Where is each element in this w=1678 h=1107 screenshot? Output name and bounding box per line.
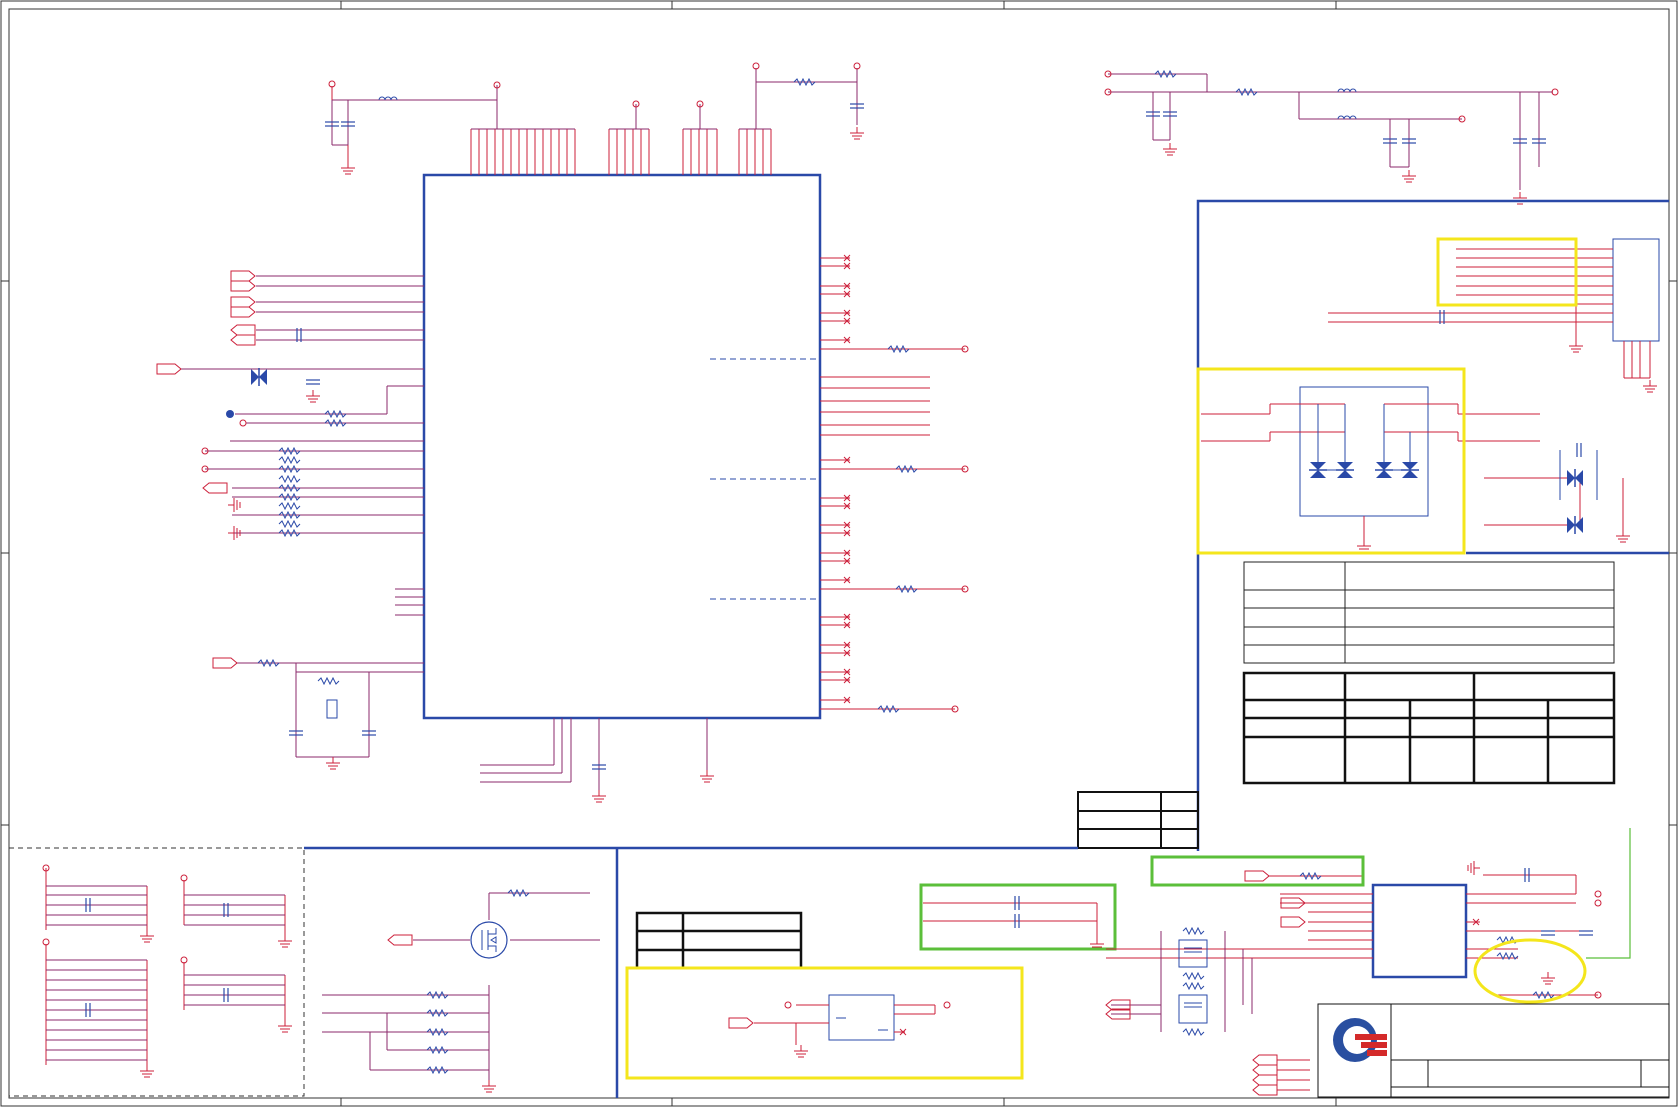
- offpage-resistor-net: [1244, 870, 1364, 882]
- connector-nets: [1328, 248, 1651, 379]
- no-connect-markers: [843, 254, 851, 704]
- test-point: [226, 410, 234, 418]
- green-annotation-line: [1586, 828, 1631, 959]
- decoupling-bank-1: [42, 864, 155, 943]
- pinmap-table: [635, 911, 803, 970]
- mosfet-icon: [470, 921, 508, 959]
- bottom-right-connectors: [1252, 1054, 1310, 1096]
- power-filter-topleft: [331, 86, 349, 162]
- main-ic-left-nets: [180, 275, 424, 673]
- left-resistor-bank: [278, 447, 301, 537]
- decoupling-bank-3: [42, 938, 155, 1078]
- bottom-region-boundaries: [8, 846, 1078, 1098]
- revision-table: [1077, 791, 1199, 849]
- company-logo: [1333, 1018, 1387, 1062]
- tvs-protection: [1201, 386, 1540, 553]
- crystal-icon: [326, 699, 338, 719]
- decoupling-bank-2: [180, 874, 293, 948]
- connector-block: [1612, 238, 1660, 342]
- mosfet-circuit: [387, 889, 600, 959]
- regulator-circuit: [728, 994, 951, 1058]
- magnetics: [1105, 927, 1253, 1036]
- main-ic-bottom-nets: [480, 718, 708, 790]
- region-boundary-right: [1196, 199, 1669, 851]
- resistor-array-bottom: [322, 985, 497, 1093]
- tvs-pair-right: [1484, 442, 1631, 543]
- crystal-circuit: [212, 657, 377, 770]
- info-table-b: [1242, 671, 1616, 785]
- info-table-a: [1243, 561, 1615, 664]
- power-section-topright: [1108, 73, 1553, 190]
- phy-chip-nets: [1106, 874, 1586, 959]
- main-ic-top-nets: [332, 68, 858, 130]
- highlight-tvs-block: [1196, 367, 1466, 555]
- main-ic-block: [422, 173, 822, 720]
- dashed-bus-lines: [710, 358, 818, 600]
- main-ic-right-nets: [820, 257, 965, 710]
- transformer-icon: [1178, 994, 1208, 1024]
- highlight-coupling-caps: [919, 883, 1117, 951]
- phy-chip-block: [1371, 883, 1468, 979]
- coupling-caps: [923, 895, 1105, 951]
- decoupling-bank-4: [180, 956, 293, 1033]
- highlight-circle: [1473, 938, 1587, 1004]
- schematic-sheet: [0, 0, 1678, 1107]
- transformer-icon: [1178, 939, 1208, 968]
- main-ic-top-pins: [470, 129, 772, 175]
